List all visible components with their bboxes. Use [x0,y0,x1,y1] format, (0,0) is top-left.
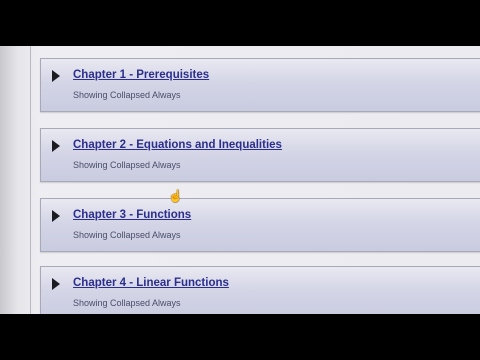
chapter-3-link[interactable]: Chapter 3 - Functions [73,209,191,221]
hand-pointer-icon: ☝ [168,189,183,203]
chapter-4-link[interactable]: Chapter 4 - Linear Functions [73,277,229,289]
course-page: Chapter 1 - Prerequisites Showing Collap… [0,46,480,314]
chapter-4-status: Showing Collapsed Always [73,298,181,308]
chapter-2-status: Showing Collapsed Always [73,160,181,170]
chapter-4-panel[interactable]: Chapter 4 - Linear Functions Showing Col… [40,266,480,314]
chapter-2-link[interactable]: Chapter 2 - Equations and Inequalities [73,139,282,151]
caret-right-icon[interactable] [52,278,60,290]
caret-right-icon[interactable] [52,70,60,82]
chapter-3-status: Showing Collapsed Always [73,230,181,240]
chapter-1-status: Showing Collapsed Always [73,90,181,100]
page-divider [30,46,31,314]
chapter-2-panel[interactable]: Chapter 2 - Equations and Inequalities S… [40,128,480,182]
caret-right-icon[interactable] [52,210,60,222]
chapter-1-panel[interactable]: Chapter 1 - Prerequisites Showing Collap… [40,58,480,112]
chapter-1-link[interactable]: Chapter 1 - Prerequisites [73,69,209,81]
caret-right-icon[interactable] [52,140,60,152]
chapter-3-panel[interactable]: Chapter 3 - Functions Showing Collapsed … [40,198,480,252]
